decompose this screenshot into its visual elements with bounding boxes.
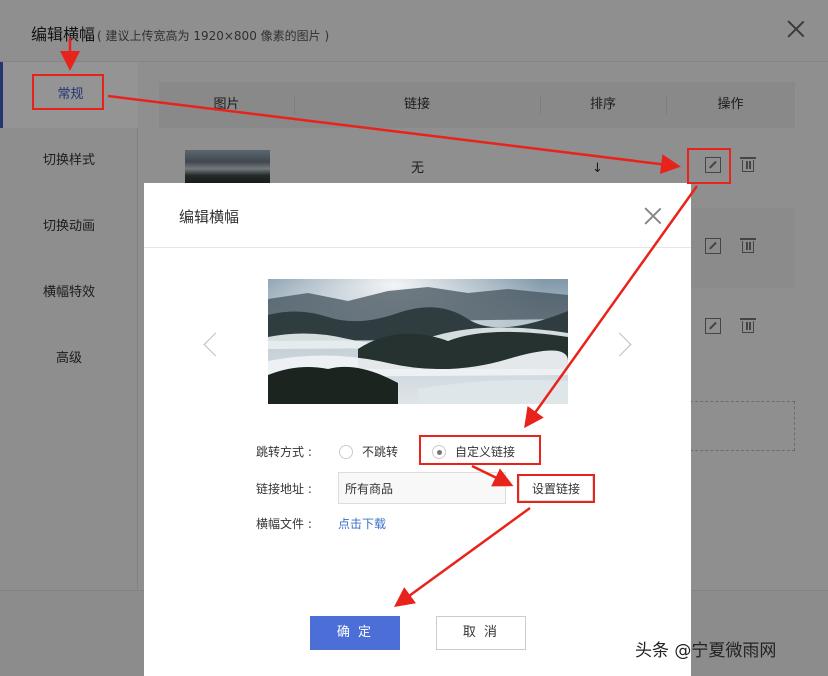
chevron-left-icon[interactable] xyxy=(202,329,220,359)
link-address-input[interactable] xyxy=(338,472,506,504)
radio-no-jump-label[interactable]: 不跳转 xyxy=(362,442,398,462)
edit-banner-modal: 编辑横幅 跳转方式: 不跳转 自定义链接 链接地址: 所有商品 设置链接 横… xyxy=(144,183,691,676)
download-link[interactable]: 点击下载 xyxy=(338,514,386,534)
annotation-box-custom-link xyxy=(419,435,541,465)
annotation-box-set-link xyxy=(517,474,595,503)
cancel-button[interactable]: 取 消 xyxy=(436,616,526,650)
confirm-button[interactable]: 确 定 xyxy=(310,616,400,650)
link-address-label: 链接地址 : xyxy=(256,482,312,496)
annotation-box-general xyxy=(32,74,104,110)
modal-title: 编辑横幅 xyxy=(179,208,240,226)
chevron-right-icon[interactable] xyxy=(616,329,634,359)
close-icon[interactable] xyxy=(644,207,662,225)
radio-no-jump[interactable] xyxy=(339,445,353,459)
banner-preview-image xyxy=(268,279,568,404)
watermark: 头条 @宁夏微雨网 xyxy=(635,641,777,661)
modal-header: 编辑横幅 xyxy=(144,183,691,248)
banner-file-label: 横幅文件 : xyxy=(256,517,312,531)
landscape-image xyxy=(268,279,568,404)
jump-mode-label: 跳转方式 : xyxy=(256,445,312,459)
annotation-box-edit xyxy=(687,148,731,184)
